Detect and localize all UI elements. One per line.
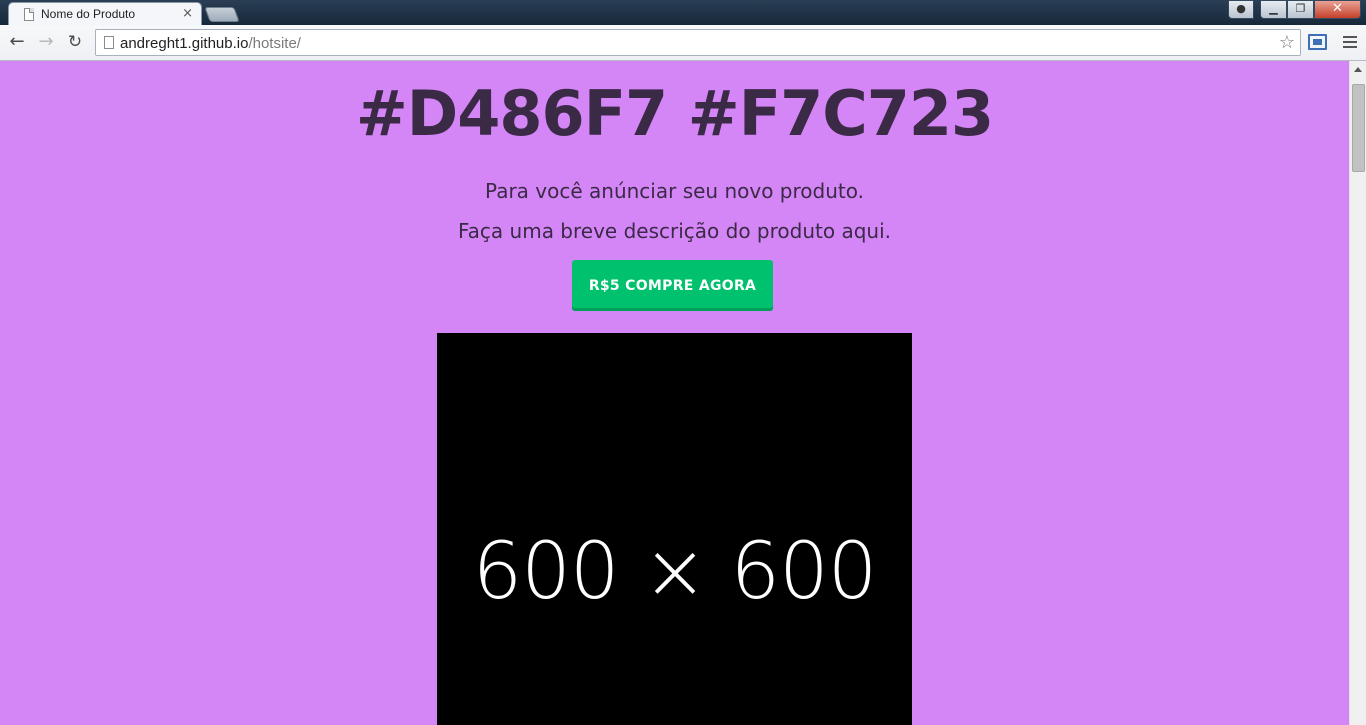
browser-toolbar: ← → ↻ andreght1.github.io/hotsite/ ☆	[0, 25, 1366, 61]
url-host: andreght1.github.io	[120, 35, 249, 52]
product-image-placeholder: 600 × 600	[437, 333, 912, 725]
image-placeholder-label: 600 × 600	[472, 527, 878, 617]
user-icon: ●	[1236, 2, 1246, 15]
forward-icon[interactable]: →	[35, 31, 57, 53]
window-titlebar: Nome do Produto × ● ▁ ❐ ✕	[0, 0, 1366, 26]
close-window-button[interactable]: ✕	[1314, 0, 1361, 19]
scrollbar-thumb[interactable]	[1352, 84, 1365, 172]
description-line-2: Faça uma breve descrição do produto aqui…	[458, 219, 891, 243]
maximize-button[interactable]: ❐	[1287, 0, 1314, 19]
page-viewport: #D486F7 #F7C723 Para você anúnciar seu n…	[0, 61, 1349, 725]
star-icon[interactable]: ☆	[1279, 32, 1295, 53]
user-profile-button[interactable]: ●	[1228, 0, 1254, 19]
browser-tab[interactable]: Nome do Produto ×	[8, 2, 202, 26]
url-path: /hotsite/	[248, 35, 301, 52]
back-icon[interactable]: ←	[6, 31, 28, 53]
menu-icon[interactable]	[1343, 33, 1357, 51]
minimize-icon: ▁	[1269, 2, 1278, 15]
minimize-button[interactable]: ▁	[1260, 0, 1287, 19]
description-line-1: Para você anúnciar seu novo produto.	[485, 179, 864, 203]
vertical-scrollbar[interactable]	[1349, 61, 1366, 725]
reload-icon[interactable]: ↻	[64, 31, 86, 53]
cast-icon[interactable]	[1308, 34, 1327, 50]
page-icon	[24, 8, 34, 21]
address-bar[interactable]: andreght1.github.io/hotsite/ ☆	[95, 29, 1301, 56]
maximize-icon: ❐	[1295, 2, 1306, 15]
scroll-up-arrow-icon[interactable]	[1354, 67, 1362, 72]
buy-now-button[interactable]: R$5 COMPRE AGORA	[572, 260, 773, 311]
page-headline: #D486F7 #F7C723	[355, 77, 994, 150]
url-text[interactable]: andreght1.github.io/hotsite/	[120, 35, 301, 52]
tab-title: Nome do Produto	[41, 7, 136, 21]
close-icon: ✕	[1332, 1, 1343, 16]
page-icon	[104, 36, 114, 49]
new-tab-button[interactable]	[204, 7, 240, 22]
tab-close-icon[interactable]: ×	[182, 6, 193, 21]
